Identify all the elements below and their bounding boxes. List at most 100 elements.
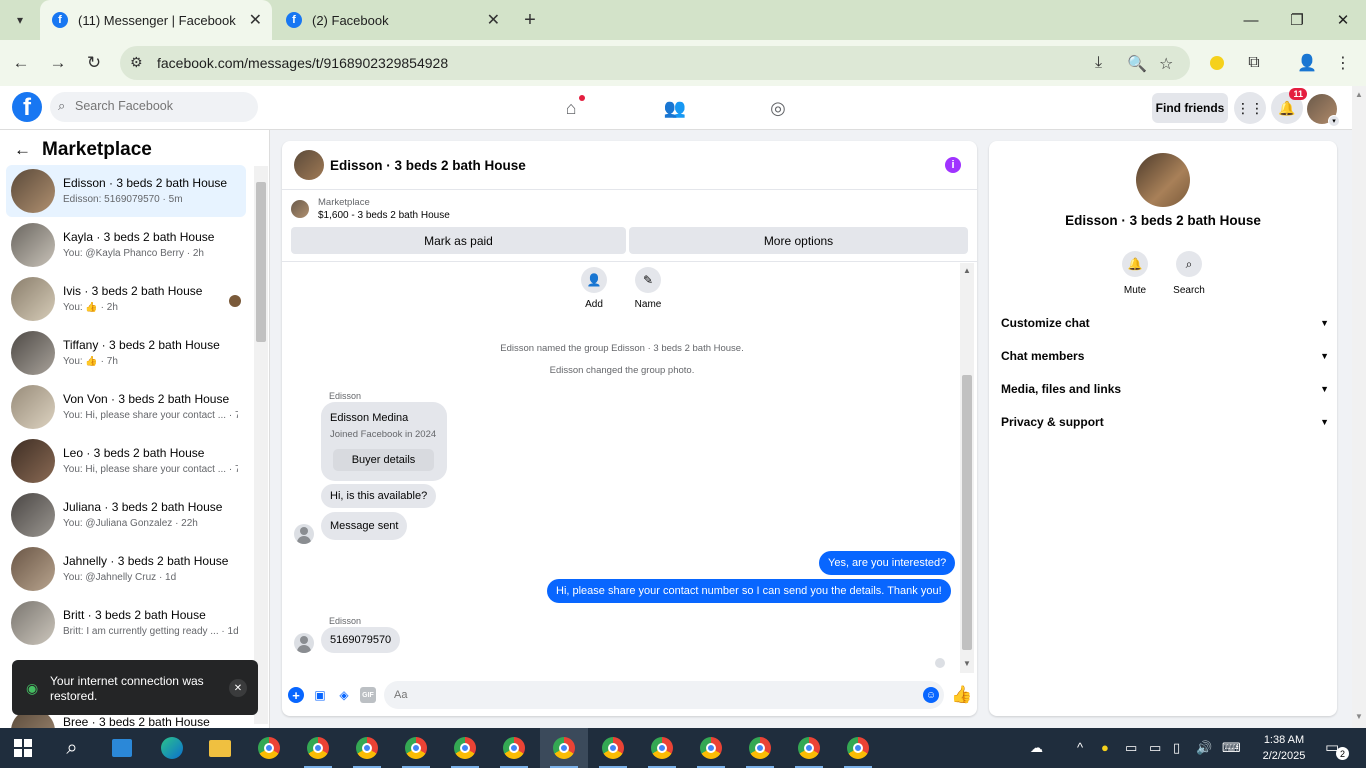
search-box[interactable]: ⌕ bbox=[50, 92, 258, 122]
chat-members-section[interactable]: Chat members ▼ bbox=[1001, 346, 1329, 366]
mute-button[interactable]: 🔔 Mute bbox=[1115, 251, 1155, 296]
scrollbar-thumb[interactable] bbox=[256, 182, 266, 342]
listing-price[interactable]: $1,600 - 3 beds 2 bath House bbox=[318, 210, 450, 221]
taskbar-explorer-icon[interactable] bbox=[196, 728, 244, 768]
scroll-up-icon[interactable]: ▲ bbox=[963, 266, 971, 275]
close-icon[interactable]: ✕ bbox=[487, 10, 500, 30]
search-input[interactable] bbox=[75, 99, 245, 113]
media-files-links-section[interactable]: Media, files and links ▼ bbox=[1001, 379, 1329, 399]
taskbar-chrome-icon[interactable] bbox=[638, 728, 686, 768]
conversation-item[interactable]: Kayla · 3 beds 2 bath House You: @Kayla … bbox=[6, 219, 246, 271]
conversation-item[interactable]: Jahnelly · 3 beds 2 bath House You: @Jah… bbox=[6, 543, 246, 595]
page-scrollbar[interactable]: ▲ ▼ bbox=[1352, 86, 1366, 728]
more-options-button[interactable]: More options bbox=[629, 227, 968, 254]
customize-chat-section[interactable]: Customize chat ▼ bbox=[1001, 313, 1329, 333]
taskbar-chrome-icon[interactable] bbox=[785, 728, 833, 768]
extension-icon[interactable] bbox=[1206, 52, 1228, 74]
restore-button[interactable]: ❐ bbox=[1274, 0, 1320, 40]
more-menu-icon[interactable]: ⋮ bbox=[1332, 52, 1354, 74]
taskbar-clock[interactable]: 1:38 AM 2/2/2025 bbox=[1252, 732, 1316, 764]
incoming-message[interactable]: 5169079570 bbox=[321, 627, 401, 653]
friends-icon[interactable]: 👥 bbox=[663, 96, 687, 120]
windows-start-icon[interactable] bbox=[14, 739, 32, 757]
scroll-down-icon[interactable]: ▼ bbox=[963, 659, 971, 668]
incoming-message[interactable]: Message sent bbox=[321, 512, 408, 540]
browser-tab-messenger[interactable]: f (11) Messenger | Facebook ✕ bbox=[40, 0, 272, 40]
account-avatar[interactable]: ▾ bbox=[1307, 94, 1340, 127]
menu-grid-icon[interactable]: ⋮⋮ bbox=[1234, 92, 1266, 124]
add-people-button[interactable]: 👤 Add bbox=[574, 267, 614, 310]
image-icon[interactable]: ▣ bbox=[312, 687, 328, 703]
chat-avatar[interactable] bbox=[294, 150, 324, 180]
taskbar-edge-icon[interactable] bbox=[148, 728, 196, 768]
weather-icon[interactable]: ☁ bbox=[1030, 740, 1043, 756]
conversation-item[interactable]: Tiffany · 3 beds 2 bath House You: 👍 · 7… bbox=[6, 327, 246, 379]
url-text[interactable]: facebook.com/messages/t/9168902329854928 bbox=[157, 55, 448, 71]
taskbar-chrome-icon[interactable] bbox=[736, 728, 784, 768]
taskbar-chrome-icon[interactable] bbox=[490, 728, 538, 768]
taskbar-chrome-icon[interactable] bbox=[343, 728, 391, 768]
install-app-icon[interactable]: ⤓ bbox=[1095, 54, 1102, 72]
notifications-bell-icon[interactable]: 🔔 11 bbox=[1271, 88, 1307, 124]
taskbar-chrome-icon[interactable] bbox=[589, 728, 637, 768]
outgoing-message[interactable]: Hi, please share your contact number so … bbox=[547, 579, 951, 603]
scroll-up-icon[interactable]: ▲ bbox=[1355, 90, 1363, 99]
chat-scrollbar[interactable]: ▲ ▼ bbox=[960, 263, 974, 673]
back-button[interactable]: ← bbox=[8, 50, 34, 76]
groups-icon[interactable]: ◎ bbox=[766, 96, 790, 120]
chat-title[interactable]: Edisson · 3 beds 2 bath House bbox=[330, 158, 526, 173]
conversation-item[interactable]: Edisson · 3 beds 2 bath House Edisson: 5… bbox=[6, 165, 246, 217]
taskbar-chrome-icon[interactable] bbox=[540, 728, 588, 768]
home-icon[interactable]: ⌂ bbox=[559, 95, 585, 120]
taskbar-chrome-icon[interactable] bbox=[245, 728, 293, 768]
keyboard-icon[interactable]: ⌨ bbox=[1222, 740, 1241, 756]
facebook-logo-icon[interactable]: f bbox=[12, 92, 42, 122]
thumbs-up-icon[interactable]: 👍 bbox=[951, 685, 972, 705]
tray-device-icon[interactable]: ▭ bbox=[1125, 740, 1137, 756]
name-group-button[interactable]: ✎ Name bbox=[628, 267, 668, 310]
tab-search-button[interactable]: ▾ bbox=[8, 8, 32, 32]
tray-battery-icon[interactable]: ▭ bbox=[1149, 740, 1161, 756]
buyer-details-button[interactable]: Buyer details bbox=[333, 449, 434, 471]
group-avatar[interactable] bbox=[1136, 153, 1190, 207]
find-friends-button[interactable]: Find friends bbox=[1152, 93, 1228, 123]
address-bar[interactable]: ⚙ facebook.com/messages/t/91689023298549… bbox=[120, 46, 1190, 80]
site-settings-icon[interactable]: ⚙ bbox=[130, 54, 143, 71]
info-icon[interactable]: i bbox=[945, 157, 961, 173]
taskbar-chrome-icon[interactable] bbox=[392, 728, 440, 768]
taskbar-chrome-icon[interactable] bbox=[834, 728, 882, 768]
conversation-list-scrollbar[interactable] bbox=[254, 166, 268, 724]
close-icon[interactable]: ✕ bbox=[229, 679, 247, 697]
sender-avatar[interactable] bbox=[294, 633, 314, 653]
conversation-item[interactable]: Britt · 3 beds 2 bath House Britt: I am … bbox=[6, 597, 246, 649]
back-arrow-icon[interactable]: ← bbox=[14, 140, 31, 160]
profile-icon[interactable]: 👤 bbox=[1296, 52, 1318, 74]
conversation-item[interactable]: Ivis · 3 beds 2 bath House You: 👍 · 2h bbox=[6, 273, 246, 325]
forward-button[interactable]: → bbox=[45, 50, 71, 76]
new-tab-button[interactable]: + bbox=[518, 8, 542, 32]
scroll-down-icon[interactable]: ▼ bbox=[1355, 712, 1363, 721]
taskbar-chrome-icon[interactable] bbox=[687, 728, 735, 768]
taskbar-chrome-icon[interactable] bbox=[441, 728, 489, 768]
bookmark-star-icon[interactable]: ☆ bbox=[1159, 54, 1173, 74]
close-icon[interactable]: ✕ bbox=[249, 10, 262, 30]
plus-icon[interactable]: + bbox=[288, 687, 304, 703]
gif-icon[interactable]: GIF bbox=[360, 687, 376, 703]
taskbar-store-icon[interactable] bbox=[98, 728, 146, 768]
extensions-puzzle-icon[interactable]: ⧉ bbox=[1243, 52, 1265, 74]
emoji-icon[interactable]: ☺ bbox=[923, 687, 939, 703]
conversation-item[interactable]: Von Von · 3 beds 2 bath House You: Hi, p… bbox=[6, 381, 246, 433]
notification-center-icon[interactable]: ▭ 2 bbox=[1325, 738, 1349, 760]
scrollbar-thumb[interactable] bbox=[962, 375, 972, 650]
minimize-button[interactable]: — bbox=[1228, 0, 1274, 40]
sender-avatar[interactable] bbox=[294, 524, 314, 544]
taskbar-chrome-icon[interactable] bbox=[294, 728, 342, 768]
browser-tab-facebook[interactable]: f (2) Facebook ✕ bbox=[274, 0, 510, 40]
close-window-button[interactable]: ✕ bbox=[1320, 0, 1366, 40]
mark-as-paid-button[interactable]: Mark as paid bbox=[291, 227, 626, 254]
reload-button[interactable]: ↻ bbox=[81, 50, 107, 76]
sticker-icon[interactable]: ◈ bbox=[336, 687, 352, 703]
zoom-icon[interactable]: 🔍 bbox=[1127, 54, 1147, 74]
tray-app-icon[interactable]: ● bbox=[1101, 740, 1109, 755]
volume-icon[interactable]: 🔊 bbox=[1196, 740, 1212, 756]
